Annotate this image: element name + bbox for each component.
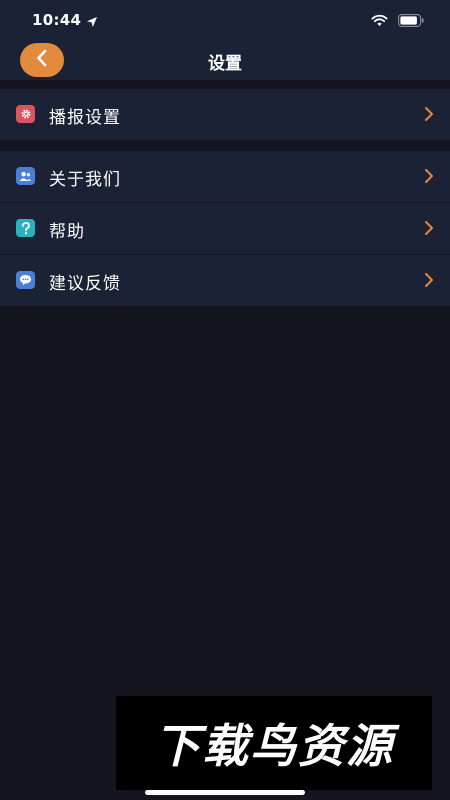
question-icon xyxy=(16,219,35,237)
help-label: 帮助 xyxy=(49,222,85,242)
nav-bar: 设置 xyxy=(0,40,450,80)
location-arrow-icon xyxy=(86,13,98,32)
wifi-icon xyxy=(371,12,388,31)
about-us-item[interactable]: 关于我们 xyxy=(0,151,450,203)
chat-bubble-icon xyxy=(16,271,35,289)
status-icons xyxy=(371,12,424,31)
battery-icon xyxy=(398,12,424,31)
gear-icon xyxy=(16,105,35,123)
home-indicator[interactable] xyxy=(145,790,305,795)
feedback-label: 建议反馈 xyxy=(49,274,121,294)
broadcast-settings-item[interactable]: 播报设置 xyxy=(0,89,450,140)
chevron-right-icon xyxy=(424,168,434,188)
about-us-label: 关于我们 xyxy=(49,170,121,190)
feedback-item[interactable]: 建议反馈 xyxy=(0,255,450,306)
users-icon xyxy=(16,167,35,185)
settings-group-info: 关于我们 帮助 建议反馈 xyxy=(0,151,450,306)
chevron-right-icon xyxy=(424,272,434,292)
broadcast-settings-label: 播报设置 xyxy=(49,108,121,128)
chevron-right-icon xyxy=(424,106,434,126)
chevron-right-icon xyxy=(424,220,434,240)
help-item[interactable]: 帮助 xyxy=(0,203,450,255)
watermark-text: 下载鸟资源 xyxy=(154,719,394,773)
status-bar: 10:44 xyxy=(0,0,450,40)
status-time: 10:44 xyxy=(32,11,82,29)
watermark: 下载鸟资源 xyxy=(116,696,432,790)
settings-group-broadcast: 播报设置 xyxy=(0,89,450,140)
page-title: 设置 xyxy=(208,54,242,74)
